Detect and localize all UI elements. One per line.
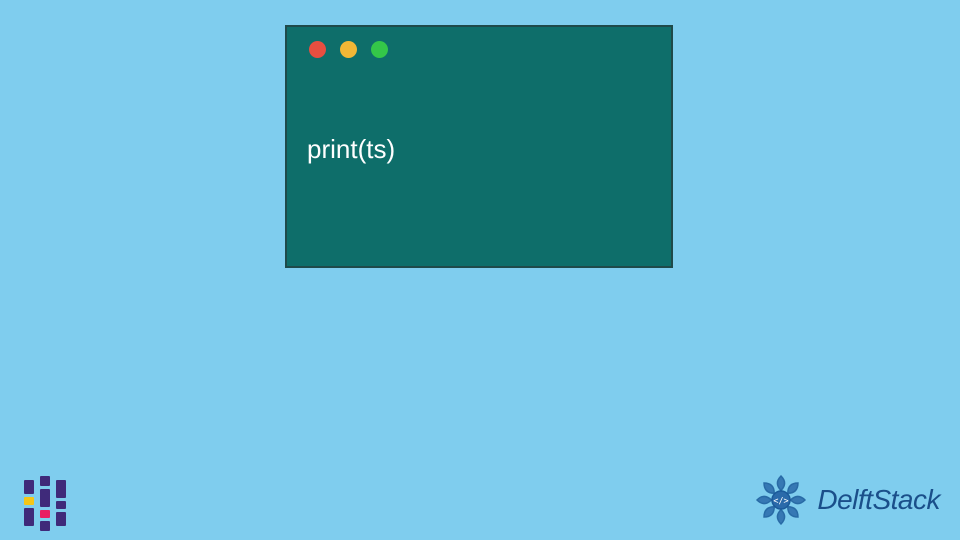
maximize-icon [371,41,388,58]
minimize-icon [340,41,357,58]
code-window: print(ts) [285,25,673,268]
brand-name: DelftStack [817,484,940,516]
window-traffic-lights [287,27,671,72]
left-logo-icon [18,476,72,530]
close-icon [309,41,326,58]
mandala-icon: </> [751,470,811,530]
code-content: print(ts) [287,72,671,165]
svg-text:</>: </> [774,496,789,506]
delftstack-logo: </> DelftStack [751,470,940,530]
